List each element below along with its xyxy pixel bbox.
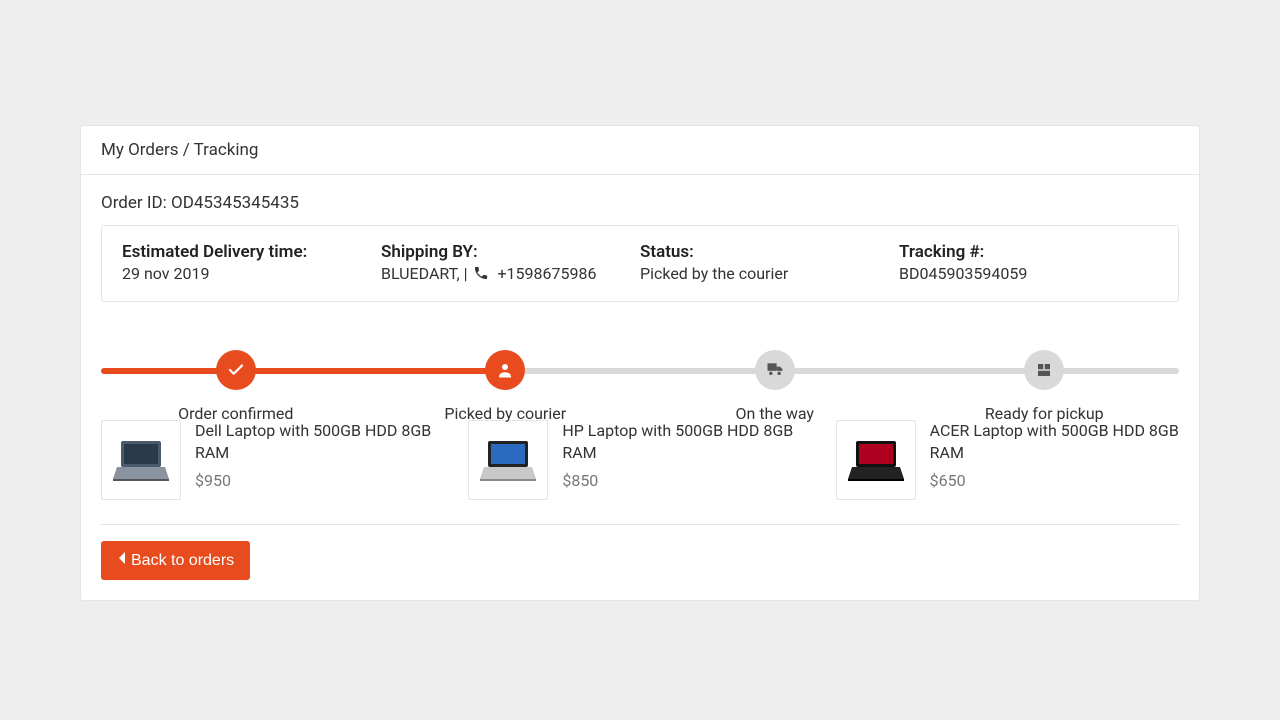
order-info-box: Estimated Delivery time: 29 nov 2019 Shi…	[101, 225, 1179, 302]
check-icon	[216, 350, 256, 390]
truck-icon	[755, 350, 795, 390]
shipping-company: BLUEDART,	[381, 264, 460, 283]
tracking-col: Tracking #: BD045903594059	[899, 242, 1158, 285]
product-title: HP Laptop with 500GB HDD 8GB RAM	[562, 420, 811, 465]
tracking-value: BD045903594059	[899, 264, 1027, 283]
order-id-value: OD45345345435	[171, 193, 299, 213]
shipping-label: Shipping BY:	[381, 242, 640, 262]
back-button-label: Back to orders	[131, 552, 234, 570]
product-title: ACER Laptop with 500GB HDD 8GB RAM	[930, 420, 1179, 465]
product-price: $650	[930, 471, 1179, 490]
shipping-value: BLUEDART, | +1598675986	[381, 264, 596, 283]
list-item: HP Laptop with 500GB HDD 8GB RAM $850	[468, 420, 811, 500]
status-label: Status:	[640, 242, 899, 262]
product-info: ACER Laptop with 500GB HDD 8GB RAM $650	[930, 420, 1179, 500]
tracking-label: Tracking #:	[899, 242, 1158, 262]
step-label: Order confirmed	[101, 404, 371, 423]
tracking-card: My Orders / Tracking Order ID: OD4534534…	[80, 125, 1200, 601]
order-id-label: Order ID:	[101, 193, 167, 213]
back-to-orders-button[interactable]: Back to orders	[101, 541, 250, 580]
step-label: On the way	[640, 404, 910, 423]
status-col: Status: Picked by the courier	[640, 242, 899, 285]
user-icon	[485, 350, 525, 390]
step-label: Picked by courier	[371, 404, 641, 423]
delivery-col: Estimated Delivery time: 29 nov 2019	[122, 242, 381, 285]
delivery-label: Estimated Delivery time:	[122, 242, 381, 262]
order-id: Order ID: OD45345345435	[101, 193, 1179, 213]
step-picked: Picked by courier	[371, 350, 641, 390]
product-price: $950	[195, 471, 444, 490]
pipe: |	[464, 264, 472, 283]
breadcrumb: My Orders / Tracking	[81, 126, 1199, 175]
status-value: Picked by the courier	[640, 264, 788, 283]
product-info: Dell Laptop with 500GB HDD 8GB RAM $950	[195, 420, 444, 500]
product-title: Dell Laptop with 500GB HDD 8GB RAM	[195, 420, 444, 465]
box-icon	[1024, 350, 1064, 390]
phone-icon	[473, 265, 489, 285]
delivery-value: 29 nov 2019	[122, 264, 209, 283]
chevron-left-icon	[117, 551, 127, 570]
step-label: Ready for pickup	[910, 404, 1180, 423]
order-items: Dell Laptop with 500GB HDD 8GB RAM $950 …	[101, 420, 1179, 525]
list-item: Dell Laptop with 500GB HDD 8GB RAM $950	[101, 420, 444, 500]
product-info: HP Laptop with 500GB HDD 8GB RAM $850	[562, 420, 811, 500]
step-onway: On the way	[640, 350, 910, 390]
shipping-col: Shipping BY: BLUEDART, | +1598675986	[381, 242, 640, 285]
list-item: ACER Laptop with 500GB HDD 8GB RAM $650	[836, 420, 1179, 500]
step-confirmed: Order confirmed	[101, 350, 371, 390]
product-image	[101, 420, 181, 500]
step-ready: Ready for pickup	[910, 350, 1180, 390]
product-image	[468, 420, 548, 500]
shipping-phone: +1598675986	[497, 264, 596, 283]
progress-track: Order confirmed Picked by courier On the…	[101, 350, 1179, 390]
product-image	[836, 420, 916, 500]
product-price: $850	[562, 471, 811, 490]
